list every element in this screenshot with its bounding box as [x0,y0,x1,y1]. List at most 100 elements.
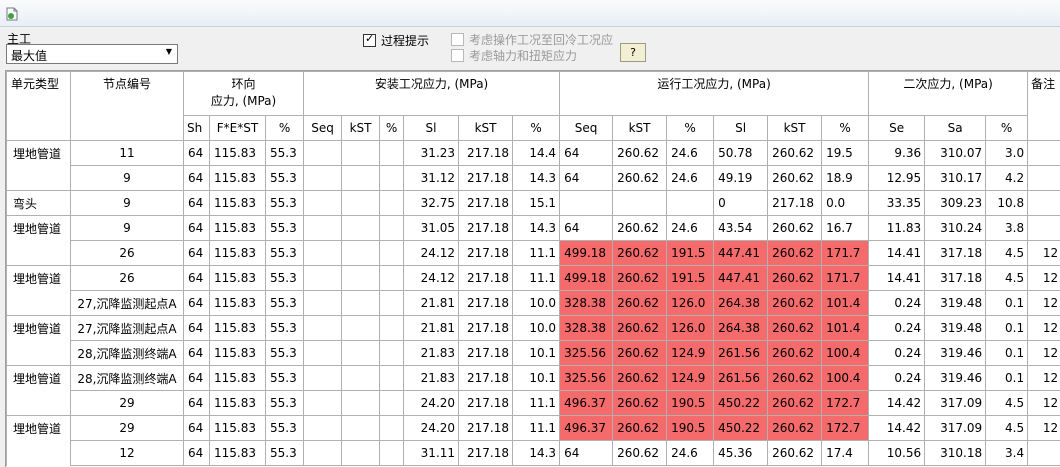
table-row[interactable]: 埋地管道 11 64 115.83 55.3 31.23 217.18 14.4 64 260.6… [6,140,1060,166]
value-cell: 16.7 [821,215,870,241]
value-cell: 126.0 [666,315,715,341]
value-cell: 55.3 [264,290,305,316]
header-remark[interactable]: 备注 [1027,71,1060,141]
table-row[interactable]: 埋地管道 29 64 115.83 55.3 24.20 217.18 11.1 496.37 2… [6,415,1060,441]
value-cell: 126.0 [666,290,715,316]
value-cell: 319.46 [924,365,987,391]
value-cell: 319.46 [924,340,987,366]
remark-cell [1027,440,1060,466]
header-node-no[interactable]: 节点编号 [70,71,184,141]
header-hoop-stress[interactable]: 环向 应力, (MPa) [182,71,305,116]
value-cell: 21.81 [403,290,460,316]
value-cell: 217.18 [458,265,514,291]
value-cell: 217.18 [458,240,514,266]
value-cell [666,190,715,216]
value-cell: 309.23 [924,190,987,216]
value-cell: 260.62 [612,315,668,341]
element-type-cell: 埋地管道 [6,365,71,391]
table-row[interactable]: 12 64 115.83 55.3 31.11 217.18 14.3 64 260.62 24.… [6,440,1060,466]
help-button[interactable]: ? [620,43,646,62]
header-element-type[interactable]: 单元类型 [6,71,71,141]
sub-header-cell[interactable]: Sl [403,115,460,141]
value-cell: 17.4 [821,440,870,466]
sub-header-cell[interactable]: Se [868,115,926,141]
check-icon: ✓ [365,32,375,45]
value-cell [303,190,343,216]
value-cell [341,140,381,166]
sub-header-cell[interactable]: kST [341,115,381,141]
element-type-cell: 埋地管道 [6,415,71,441]
value-cell: 0.1 [985,315,1029,341]
sub-header-cell[interactable]: kST [612,115,668,141]
sub-header-cell[interactable]: kST [767,115,823,141]
header-secondary-stress[interactable]: 二次应力, (MPa) [868,71,1029,116]
table-row[interactable]: 28,沉降监测终端A 64 115.83 55.3 21.83 217.18 10.1 325… [6,340,1060,366]
value-cell: 14.3 [512,165,561,191]
value-cell: 310.18 [924,440,987,466]
checkbox-box[interactable] [451,49,464,62]
value-cell: 496.37 [559,390,614,416]
sub-header-cell[interactable]: % [666,115,715,141]
table-row[interactable]: 29 64 115.83 55.3 24.20 217.18 11.1 496.37 260.6… [6,390,1060,416]
node-cell: 11 [70,140,184,166]
value-cell: 14.41 [868,240,926,266]
element-type-cell [6,240,71,266]
value-cell: 9.36 [868,140,926,166]
value-cell: 260.62 [767,215,823,241]
value-cell [379,440,405,466]
sub-header-cell[interactable]: Seq [559,115,614,141]
value-cell [379,340,405,366]
table-row[interactable]: 埋地管道 9 64 115.83 55.3 31.05 217.18 14.3 64 260.62… [6,215,1060,241]
show-process-label: 过程提示 [381,34,430,48]
value-cell: 172.7 [821,390,870,416]
value-cell: 260.62 [612,390,668,416]
element-type-cell [6,165,71,191]
sub-header-cell[interactable]: % [512,115,561,141]
value-cell: 24.12 [403,240,460,266]
value-cell: 10.0 [512,290,561,316]
value-cell: 260.62 [612,140,668,166]
show-process-checkbox[interactable]: ✓ 过程提示 [363,32,429,49]
value-cell: 260.62 [612,215,668,241]
value-cell: 328.38 [559,290,614,316]
value-cell: 115.83 [209,440,266,466]
consider-cold-checkbox[interactable]: 考虑操作工况至回冷工况应 [451,31,613,48]
table-row[interactable]: 9 64 115.83 55.3 31.12 217.18 14.3 64 260.62 24.6… [6,165,1060,191]
table-row[interactable]: 埋地管道 26 64 115.83 55.3 24.12 217.18 11.1 499.18 2… [6,265,1060,291]
table-row[interactable]: 弯头 9 64 115.83 55.3 32.75 217.18 15.1 0 217.18 0.0… [6,190,1060,216]
case-select[interactable]: 最大值 ▼ [6,44,178,64]
sub-header-cell[interactable]: Seq [303,115,343,141]
sub-header-cell[interactable]: kST [458,115,514,141]
value-cell: 217.18 [458,365,514,391]
header-operating-stress[interactable]: 运行工况应力, (MPa) [559,71,870,116]
sub-header-cell[interactable]: % [821,115,870,141]
sub-header-cell[interactable]: % [985,115,1029,141]
sub-header-cell[interactable]: F*E*ST [209,115,266,141]
table-row[interactable]: 埋地管道 28,沉降监测终端A 64 115.83 55.3 21.83 217.18 10.… [6,365,1060,391]
value-cell: 115.83 [209,315,266,341]
document-refresh-icon[interactable] [5,7,19,21]
consider-axial-checkbox[interactable]: 考虑轴力和扭矩应力 [451,47,577,64]
table-row[interactable]: 27,沉降监测起点A 64 115.83 55.3 21.81 217.18 10.0 328… [6,290,1060,316]
chevron-down-icon[interactable]: ▼ [166,47,172,56]
checkbox-box[interactable] [451,33,464,46]
value-cell: 4.5 [985,415,1029,441]
value-cell: 217.18 [458,215,514,241]
table-row[interactable]: 26 64 115.83 55.3 24.12 217.18 11.1 499.18 260.6… [6,240,1060,266]
value-cell [379,315,405,341]
results-grid[interactable]: 单元类型 节点编号 环向 应力, (MPa) 安装工况应力, (MPa) 运行工… [5,70,1060,467]
table-row[interactable]: 埋地管道 27,沉降监测起点A 64 115.83 55.3 21.81 217.18 10.… [6,315,1060,341]
value-cell [303,140,343,166]
sub-header-cell[interactable]: Sa [924,115,987,141]
sub-header-cell[interactable]: Sl [713,115,769,141]
value-cell: 260.62 [767,140,823,166]
value-cell: 14.3 [512,440,561,466]
checkbox-box[interactable]: ✓ [363,32,376,47]
header-install-stress[interactable]: 安装工况应力, (MPa) [303,71,561,116]
sub-header-cell[interactable]: % [264,115,305,141]
value-cell: 319.48 [924,315,987,341]
sub-header-cell[interactable]: Sh [183,115,210,141]
value-cell: 4.5 [985,240,1029,266]
sub-header-cell[interactable]: % [379,115,405,141]
node-cell: 27,沉降监测起点A [70,315,184,341]
